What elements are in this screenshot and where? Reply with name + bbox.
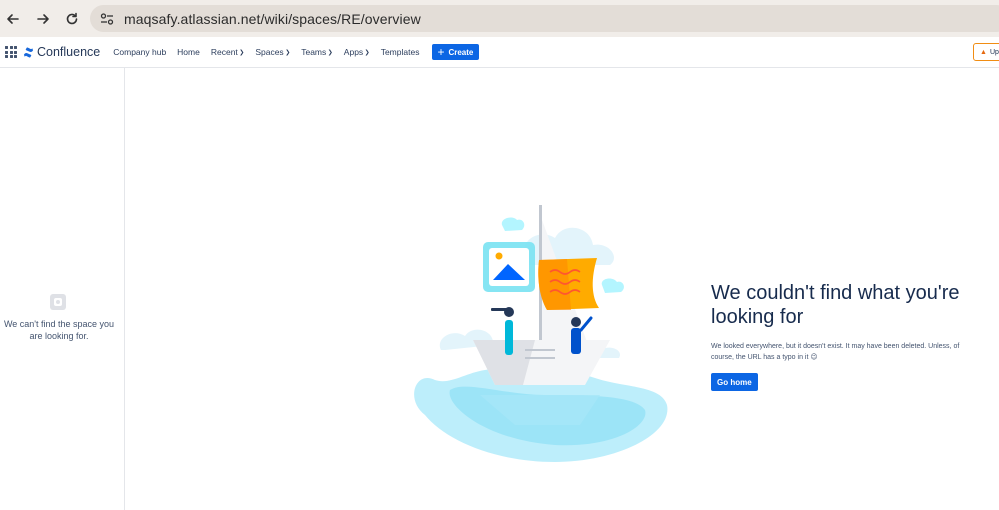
- page-title: We couldn't find what you're looking for: [711, 282, 960, 328]
- site-settings-icon[interactable]: [98, 10, 116, 28]
- chevron-down-icon: ❯: [285, 49, 291, 56]
- chevron-down-icon: ❯: [364, 49, 370, 56]
- create-button[interactable]: + Create: [432, 44, 480, 60]
- browser-toolbar: maqsafy.atlassian.net/wiki/spaces/RE/ove…: [0, 0, 999, 37]
- nav-home[interactable]: Home: [177, 47, 200, 57]
- nav-spaces-label: Spaces: [255, 47, 284, 57]
- app-header: Confluence Company hub Home Recent ❯ Spa…: [0, 37, 999, 68]
- chevron-down-icon: ❯: [239, 49, 245, 56]
- arrow-right-icon: [37, 13, 49, 24]
- nav-apps[interactable]: Apps ❯: [344, 47, 370, 57]
- nav-company-hub[interactable]: Company hub: [113, 47, 166, 57]
- nav-teams-label: Teams: [301, 47, 327, 57]
- nav-recent-label: Recent: [210, 47, 238, 57]
- warning-icon: ▲: [980, 48, 987, 56]
- upgrade-button-label: Up: [989, 48, 999, 56]
- forward-button[interactable]: [32, 8, 54, 30]
- reload-icon: [66, 12, 78, 24]
- nav-templates-label: Templates: [380, 47, 420, 57]
- confluence-icon: [23, 46, 34, 58]
- app-switcher-icon[interactable]: [5, 46, 17, 58]
- reload-button[interactable]: [61, 8, 83, 30]
- lost-boat-illustration: [414, 205, 668, 462]
- plus-icon: +: [437, 45, 445, 59]
- space-placeholder-icon: [50, 294, 66, 310]
- nav-apps-label: Apps: [343, 47, 364, 57]
- space-not-found-message: We can't find the space you are looking …: [3, 319, 115, 341]
- error-description: We looked everywhere, but it doesn't exi…: [711, 343, 960, 361]
- sidebar: We can't find the space you are looking …: [0, 68, 125, 510]
- nav-templates[interactable]: Templates: [381, 47, 420, 57]
- nav-teams[interactable]: Teams ❯: [301, 47, 333, 57]
- create-button-label: Create: [448, 47, 474, 57]
- url-text[interactable]: maqsafy.atlassian.net/wiki/spaces/RE/ove…: [124, 11, 421, 27]
- go-home-button[interactable]: Go home: [711, 373, 758, 391]
- product-name: Confluence: [37, 45, 101, 59]
- arrow-left-icon: [7, 13, 19, 24]
- nav-recent[interactable]: Recent ❯: [211, 47, 244, 57]
- chevron-down-icon: ❯: [327, 49, 333, 56]
- upgrade-button[interactable]: ▲ Up: [973, 43, 999, 61]
- nav-home-label: Home: [177, 47, 200, 57]
- address-bar[interactable]: maqsafy.atlassian.net/wiki/spaces/RE/ove…: [90, 5, 999, 32]
- confluence-logo[interactable]: Confluence: [23, 45, 100, 59]
- nav-company-hub-label: Company hub: [113, 47, 167, 57]
- nav-spaces[interactable]: Spaces ❯: [255, 47, 290, 57]
- back-button[interactable]: [2, 8, 24, 30]
